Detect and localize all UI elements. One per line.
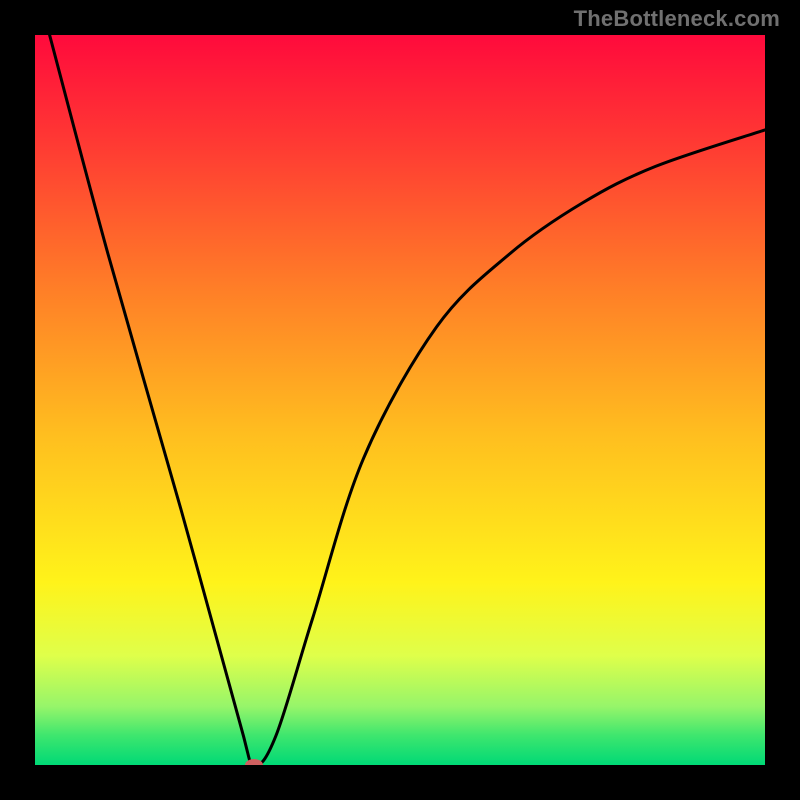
bottleneck-curve-path xyxy=(50,35,765,765)
curve-svg xyxy=(35,35,765,765)
attribution-label: TheBottleneck.com xyxy=(574,6,780,32)
chart-frame: TheBottleneck.com xyxy=(0,0,800,800)
plot-area xyxy=(35,35,765,765)
minimum-marker xyxy=(245,759,263,765)
